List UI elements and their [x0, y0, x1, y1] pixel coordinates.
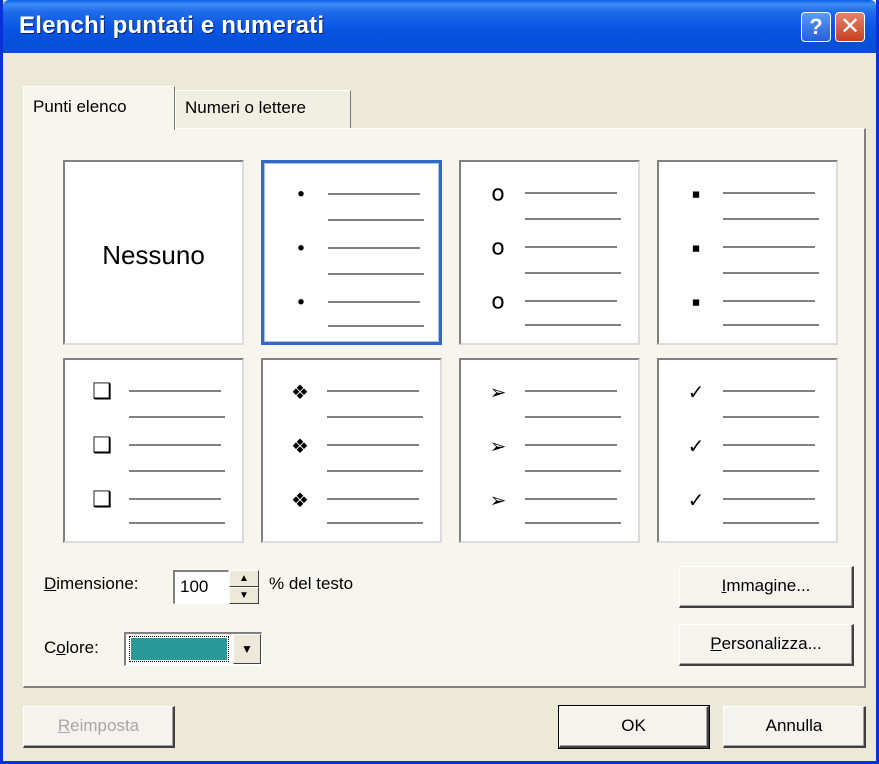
tab-numbers[interactable]: Numeri o lettere	[175, 90, 351, 128]
bullet-style-arrowhead-bullet[interactable]: ➢ ➢ ➢	[459, 358, 640, 543]
small-dot-bullet-icon: •	[297, 237, 305, 260]
placeholder-text-line	[525, 218, 621, 220]
placeholder-text-line	[129, 416, 225, 418]
size-input[interactable]: 100	[173, 570, 229, 604]
placeholder-text-line	[328, 247, 420, 249]
square-bullet-icon: ■	[692, 186, 700, 202]
tab-bullets[interactable]: Punti elenco	[23, 86, 175, 130]
picture-button[interactable]: Immagine...	[679, 566, 854, 608]
bullet-style-four-diamond-bullet[interactable]: ❖ ❖ ❖	[261, 358, 442, 543]
placeholder-text-line	[327, 444, 419, 446]
arrowhead-bullet-icon: ➢	[489, 434, 507, 458]
arrowhead-bullet-icon: ➢	[489, 488, 507, 512]
color-label: Colore:	[44, 638, 99, 657]
placeholder-text-line	[327, 416, 423, 418]
placeholder-text-line	[723, 390, 815, 392]
placeholder-text-line	[328, 193, 420, 195]
shadowed-box-bullet-icon: ❑	[92, 487, 112, 513]
title-bar: Elenchi puntati e numerati ? ✕	[3, 0, 876, 53]
placeholder-text-line	[723, 192, 815, 194]
color-dropdown[interactable]: ▼	[124, 632, 262, 666]
placeholder-text-line	[723, 218, 819, 220]
placeholder-text-line	[129, 390, 221, 392]
four-diamond-bullet-icon: ❖	[291, 434, 309, 458]
placeholder-text-line	[723, 416, 819, 418]
placeholder-text-line	[328, 273, 424, 275]
bullet-style-small-dot-bullet[interactable]: • • •	[261, 160, 442, 345]
placeholder-text-line	[723, 470, 819, 472]
placeholder-text-line	[723, 300, 815, 302]
help-button[interactable]: ?	[801, 12, 831, 42]
placeholder-text-line	[525, 324, 621, 326]
size-suffix: % del testo	[269, 574, 354, 593]
placeholder-text-line	[129, 470, 225, 472]
small-dot-bullet-icon: •	[297, 291, 305, 314]
bullet-style-checkmark-bullet[interactable]: ✓ ✓ ✓	[657, 358, 838, 543]
bullet-style-hollow-circle-bullet[interactable]: o o o	[459, 160, 640, 345]
cancel-button[interactable]: Annulla	[723, 706, 866, 748]
placeholder-text-line	[525, 390, 617, 392]
placeholder-text-line	[328, 219, 424, 221]
placeholder-text-line	[328, 301, 420, 303]
placeholder-text-line	[723, 272, 819, 274]
placeholder-text-line	[525, 300, 617, 302]
color-swatch	[129, 636, 229, 662]
bullet-style-shadowed-box-bullet[interactable]: ❑ ❑ ❑	[63, 358, 244, 543]
placeholder-text-line	[525, 444, 617, 446]
placeholder-text-line	[129, 444, 221, 446]
window-title: Elenchi puntati e numerati	[19, 12, 325, 39]
hollow-circle-bullet-icon: o	[491, 181, 505, 207]
placeholder-text-line	[525, 272, 621, 274]
placeholder-text-line	[723, 498, 815, 500]
placeholder-text-line	[525, 416, 621, 418]
reset-button[interactable]: Reimposta	[23, 706, 175, 748]
placeholder-text-line	[328, 325, 424, 327]
checkmark-bullet-icon: ✓	[687, 380, 705, 404]
small-dot-bullet-icon: •	[297, 183, 305, 206]
customize-button[interactable]: Personalizza...	[679, 624, 854, 666]
size-spinner[interactable]: ▲ ▼	[229, 570, 259, 604]
size-label: Dimensione:	[44, 574, 139, 593]
bullet-style-square-bullet[interactable]: ■ ■ ■	[657, 160, 838, 345]
placeholder-text-line	[723, 444, 815, 446]
shadowed-box-bullet-icon: ❑	[92, 379, 112, 405]
checkmark-bullet-icon: ✓	[687, 434, 705, 458]
placeholder-text-line	[327, 498, 419, 500]
placeholder-text-line	[525, 192, 617, 194]
placeholder-text-line	[327, 470, 423, 472]
placeholder-text-line	[723, 522, 819, 524]
four-diamond-bullet-icon: ❖	[291, 488, 309, 512]
placeholder-text-line	[327, 390, 419, 392]
placeholder-text-line	[525, 246, 617, 248]
placeholder-text-line	[129, 522, 225, 524]
placeholder-text-line	[525, 522, 621, 524]
placeholder-text-line	[327, 522, 423, 524]
ok-button[interactable]: OK	[558, 705, 710, 749]
placeholder-text-line	[723, 246, 815, 248]
placeholder-text-line	[129, 498, 221, 500]
chevron-down-icon[interactable]: ▼	[233, 634, 261, 664]
square-bullet-icon: ■	[692, 294, 700, 310]
spin-up-icon[interactable]: ▲	[229, 570, 259, 587]
placeholder-text-line	[525, 470, 621, 472]
hollow-circle-bullet-icon: o	[491, 235, 505, 261]
none-label: Nessuno	[102, 240, 205, 270]
four-diamond-bullet-icon: ❖	[291, 380, 309, 404]
square-bullet-icon: ■	[692, 240, 700, 256]
placeholder-text-line	[525, 498, 617, 500]
bullets-dialog: Elenchi puntati e numerati ? ✕ Punti ele…	[0, 0, 879, 764]
close-button[interactable]: ✕	[835, 12, 865, 42]
spin-down-icon[interactable]: ▼	[229, 587, 259, 604]
hollow-circle-bullet-icon: o	[491, 289, 505, 315]
placeholder-text-line	[723, 324, 819, 326]
bullet-style-none[interactable]: Nessuno	[63, 160, 244, 345]
shadowed-box-bullet-icon: ❑	[92, 433, 112, 459]
checkmark-bullet-icon: ✓	[687, 488, 705, 512]
arrowhead-bullet-icon: ➢	[489, 380, 507, 404]
